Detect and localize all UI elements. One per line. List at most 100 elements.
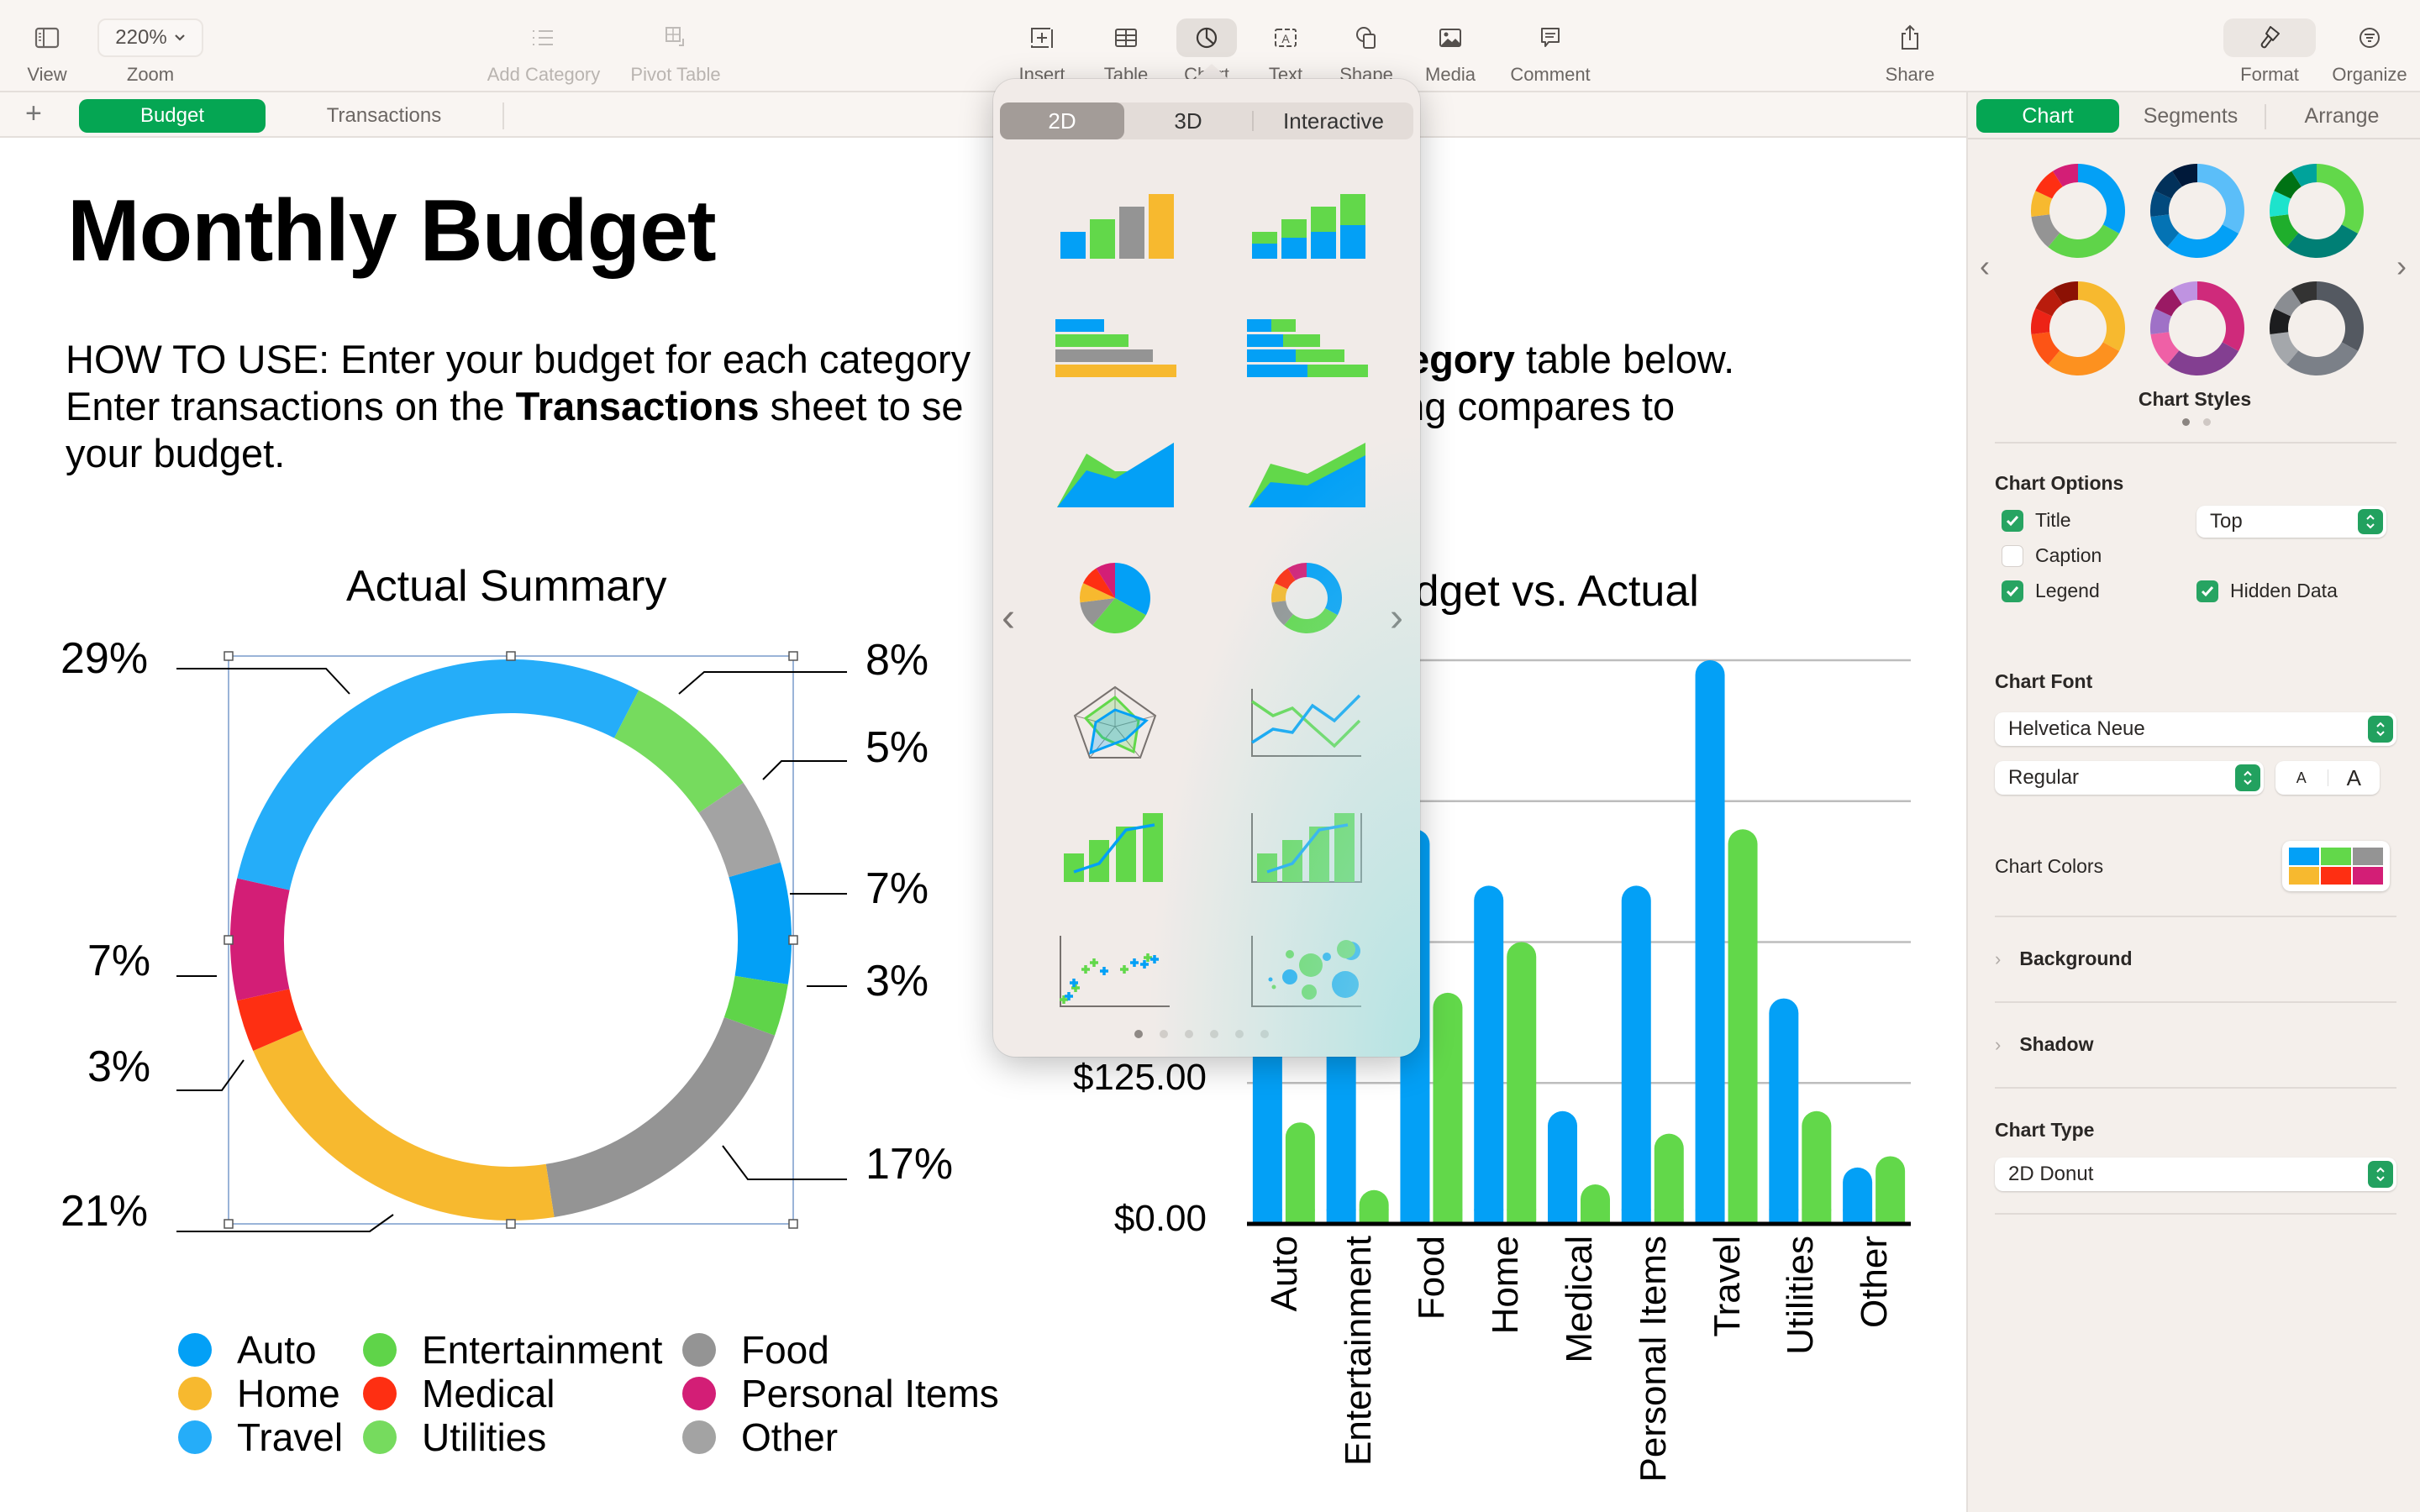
shadow-disclosure[interactable]: › Shadow	[1995, 1033, 2094, 1056]
bar-base	[1802, 1209, 1832, 1224]
styles-next-icon[interactable]: ›	[2396, 249, 2407, 284]
chart-type-2d-bubble[interactable]	[1235, 921, 1378, 1021]
color-swatch	[2289, 848, 2319, 865]
bar-actual-home[interactable]	[1507, 942, 1537, 1225]
zoom-label: Zoom	[126, 64, 175, 85]
chart-style-option[interactable]	[2018, 160, 2138, 262]
zoom-control[interactable]: 220% Zoom	[96, 0, 205, 92]
chart-type-2d-scatter[interactable]	[1044, 921, 1186, 1021]
chart-type-2d-two-axis[interactable]	[1235, 796, 1378, 897]
comment-button[interactable]: Comment	[1504, 0, 1597, 92]
zoom-dropdown[interactable]: 220%	[97, 18, 203, 57]
chart-style-option[interactable]	[2138, 277, 2257, 380]
format-label: Format	[2240, 64, 2299, 85]
format-button[interactable]: Format	[2223, 0, 2316, 92]
font-family-value: Helvetica Neue	[2008, 717, 2145, 740]
sheet-tab-budget[interactable]: Budget	[79, 99, 266, 133]
bar-actual-utilities[interactable]	[1802, 1110, 1832, 1224]
chart-type-2d-mixed[interactable]	[1044, 796, 1186, 897]
page-dot[interactable]	[1134, 1030, 1143, 1038]
y-tick-0: $0.00	[1113, 1198, 1207, 1239]
media-button[interactable]: Media	[1420, 0, 1481, 92]
popover-prev-page-icon[interactable]: ‹	[1002, 598, 1015, 638]
bar-actual-travel[interactable]	[1728, 829, 1758, 1224]
insert-icon	[1012, 18, 1072, 57]
chart-type-2d-area[interactable]	[1044, 423, 1186, 524]
inspector-tab-arrange[interactable]: Arrange	[2270, 99, 2413, 133]
x-axis-label: Personal Items	[1632, 1236, 1674, 1483]
add-sheet-button[interactable]: +	[25, 99, 42, 128]
legend-checkbox-row[interactable]: Legend	[2002, 580, 2100, 602]
bar-budget-utilities[interactable]	[1769, 998, 1799, 1224]
table-icon	[1096, 18, 1156, 57]
bar-base	[1654, 1209, 1684, 1224]
segment-2d[interactable]: 2D	[1000, 102, 1124, 139]
chart-type-2d-stacked-area[interactable]	[1235, 423, 1378, 524]
hidden-data-checkbox[interactable]	[2196, 580, 2218, 602]
chart-style-option[interactable]	[2138, 160, 2257, 262]
styles-prev-icon[interactable]: ‹	[1980, 249, 1990, 284]
bar-actual-food[interactable]	[1433, 992, 1463, 1224]
organize-button[interactable]: Organize	[2328, 0, 2412, 92]
chart-type-2d-stacked-column[interactable]	[1235, 175, 1378, 276]
segment-interactive[interactable]: Interactive	[1254, 102, 1413, 139]
divider	[1995, 1087, 2396, 1089]
style-slice	[2167, 224, 2239, 258]
chart-type-2d-radar[interactable]	[1044, 672, 1186, 773]
bar-base	[1285, 1209, 1315, 1224]
segment-3d[interactable]: 3D	[1126, 102, 1250, 139]
hidden-data-checkbox-row[interactable]: Hidden Data	[2196, 580, 2338, 602]
chart-style-donut-icon	[2150, 281, 2244, 375]
chart-type-2d-donut[interactable]	[1235, 548, 1378, 648]
bar-budget-travel[interactable]	[1695, 660, 1725, 1224]
style-slice	[2048, 224, 2120, 258]
view-button[interactable]: View	[17, 0, 77, 92]
sheet-tab-transactions[interactable]: Transactions	[291, 99, 477, 133]
inspector-tab-chart[interactable]: Chart	[1976, 99, 2119, 133]
chart-type-2d-line[interactable]	[1235, 672, 1378, 773]
chart-type-popup[interactable]: 2D Donut	[1995, 1158, 2396, 1191]
chart-type-2d-bar[interactable]	[1044, 299, 1186, 400]
bar-budget-medical[interactable]	[1548, 1110, 1577, 1224]
page-dot[interactable]	[1210, 1030, 1218, 1038]
share-button[interactable]: Share	[1880, 0, 1940, 92]
chart-type-2d-column[interactable]	[1044, 175, 1186, 276]
line-chart-icon	[1251, 689, 1361, 757]
title-checkbox-row[interactable]: Title	[2002, 509, 2071, 532]
increase-font-size-button[interactable]: A	[2328, 765, 2380, 791]
page-dot[interactable]	[2182, 418, 2190, 426]
background-disclosure[interactable]: › Background	[1995, 948, 2133, 970]
popover-page-indicator[interactable]	[1134, 1030, 1269, 1038]
chart-style-option[interactable]	[2257, 160, 2376, 262]
chart-style-option[interactable]	[2018, 277, 2138, 380]
chart-type-2d-stacked-bar[interactable]	[1235, 299, 1378, 400]
title-checkbox[interactable]	[2002, 509, 2023, 532]
font-family-popup[interactable]: Helvetica Neue	[1995, 712, 2396, 746]
inspector-tab-segments[interactable]: Segments	[2123, 99, 2258, 133]
font-style-popup[interactable]: Regular	[1995, 761, 2264, 795]
page-dot[interactable]	[1185, 1030, 1193, 1038]
chart-styles-page-indicator[interactable]	[2182, 418, 2211, 426]
legend-checkbox[interactable]	[2002, 580, 2023, 602]
scatter-mark	[1120, 965, 1128, 974]
page-dot[interactable]	[2203, 418, 2211, 426]
page-dot[interactable]	[1260, 1030, 1269, 1038]
chart-type-2d-pie[interactable]	[1044, 548, 1186, 648]
chart-colors-well[interactable]	[2282, 841, 2390, 891]
add-category-button[interactable]: Add Category	[481, 0, 607, 92]
shape-icon	[1336, 18, 1397, 57]
page-dot[interactable]	[1235, 1030, 1244, 1038]
title-position-popup[interactable]: Top	[2196, 506, 2386, 538]
page-dot[interactable]	[1160, 1030, 1168, 1038]
bar-budget-personal-items[interactable]	[1621, 885, 1651, 1224]
chart-style-option[interactable]	[2257, 277, 2376, 380]
decrease-font-size-button[interactable]: A	[2275, 769, 2328, 787]
bar-budget-home[interactable]	[1474, 885, 1504, 1224]
style-slice	[2197, 281, 2244, 351]
bar-actual-auto[interactable]	[1285, 1122, 1315, 1224]
bar-base	[1474, 1209, 1504, 1224]
pivot-table-button[interactable]: Pivot Table	[625, 0, 726, 92]
caption-checkbox-row[interactable]: Caption	[2002, 544, 2102, 567]
caption-checkbox[interactable]	[2002, 544, 2023, 567]
popover-next-page-icon[interactable]: ›	[1390, 598, 1403, 638]
